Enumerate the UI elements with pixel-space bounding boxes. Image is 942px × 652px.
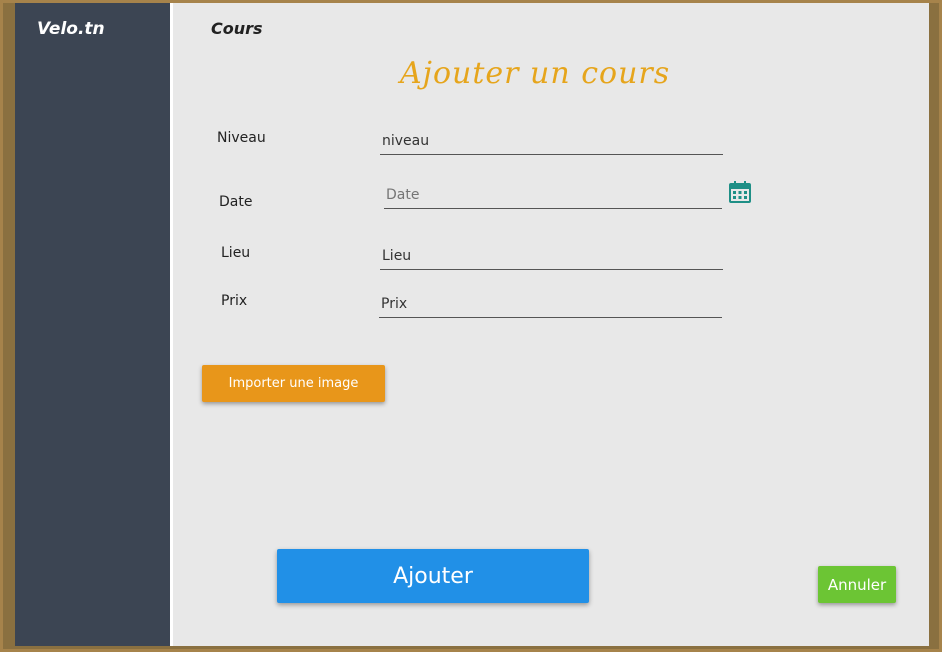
brand-logo-text: Velo.tn <box>37 19 105 39</box>
lieu-input[interactable] <box>380 242 723 270</box>
niveau-input[interactable] <box>380 127 723 155</box>
page-title: Cours <box>211 19 263 38</box>
sidebar: Velo.tn <box>15 3 170 646</box>
date-input[interactable] <box>384 181 722 209</box>
niveau-label: Niveau <box>217 130 266 146</box>
add-course-button[interactable]: Ajouter <box>277 549 589 603</box>
import-image-button[interactable]: Importer une image <box>202 365 385 402</box>
cancel-button[interactable]: Annuler <box>818 566 896 603</box>
main-content: Cours Ajouter un cours Niveau Date Lieu … <box>173 3 929 646</box>
prix-input[interactable] <box>379 290 722 318</box>
lieu-label: Lieu <box>221 245 251 261</box>
prix-label: Prix <box>221 293 248 309</box>
date-label: Date <box>219 194 253 210</box>
calendar-icon[interactable] <box>729 181 751 203</box>
form-title: Ajouter un cours <box>400 56 671 92</box>
